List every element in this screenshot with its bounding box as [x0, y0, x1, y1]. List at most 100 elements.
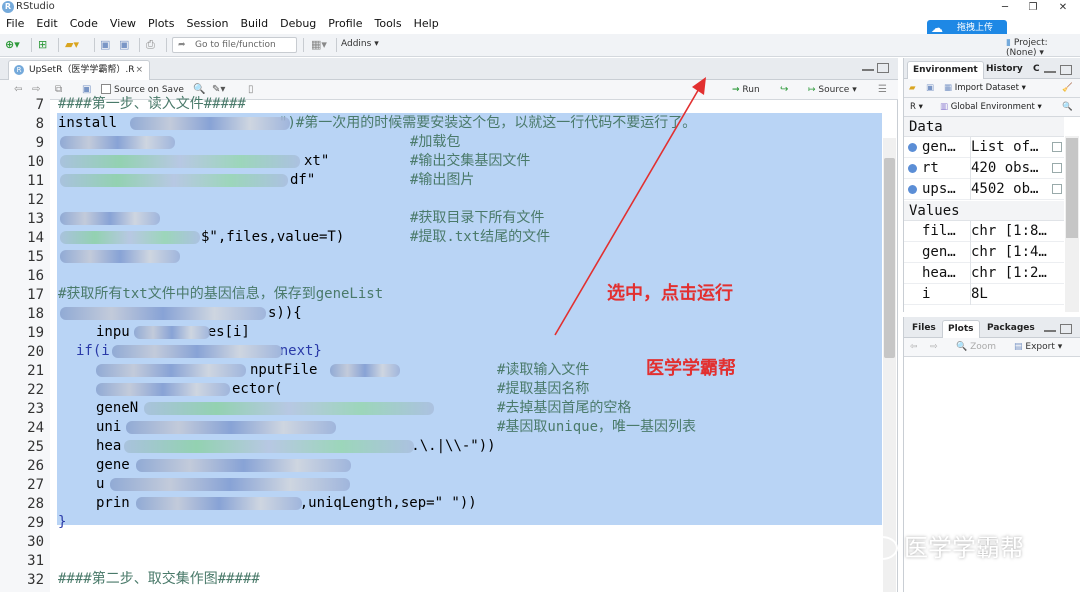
- menu-build[interactable]: Build: [234, 15, 274, 32]
- redacted-text: [130, 117, 290, 130]
- menu-tools[interactable]: Tools: [368, 15, 407, 32]
- minimize-pane-icon[interactable]: [1044, 326, 1056, 332]
- menu-session[interactable]: Session: [180, 15, 234, 32]
- code-line[interactable]: ector(: [232, 380, 283, 398]
- menu-view[interactable]: View: [104, 15, 142, 32]
- view-icon[interactable]: [1052, 142, 1062, 152]
- view-table-icon[interactable]: [1052, 163, 1062, 173]
- menu-code[interactable]: Code: [64, 15, 104, 32]
- minimize-icon[interactable]: ─: [990, 0, 1020, 15]
- run-button[interactable]: → Run: [732, 82, 760, 98]
- line-number: 29: [27, 515, 44, 531]
- addins-menu[interactable]: Addins ▾: [341, 39, 379, 49]
- code-line[interactable]: geneN: [96, 399, 138, 417]
- table-icon: ▦: [944, 83, 953, 93]
- toolbar-divider: [94, 38, 95, 52]
- code-line[interactable]: s)){: [268, 304, 302, 322]
- code-line[interactable]: uni: [96, 418, 121, 436]
- tab-environment[interactable]: Environment: [907, 61, 984, 79]
- redacted-text: [136, 459, 351, 472]
- print-icon[interactable]: ⎙: [146, 37, 155, 53]
- source-on-save-checkbox[interactable]: [101, 84, 111, 94]
- redacted-text: [112, 345, 282, 358]
- search-icon[interactable]: 🔍: [1062, 98, 1073, 117]
- zoom-button[interactable]: 🔍 Zoom: [956, 338, 996, 357]
- maximize-pane-icon[interactable]: [877, 63, 889, 73]
- env-value-row[interactable]: i 8L: [904, 284, 1064, 305]
- expand-icon[interactable]: [908, 143, 917, 152]
- back-arrow-icon[interactable]: ⇦: [910, 338, 918, 357]
- code-line[interactable]: df": [290, 171, 315, 189]
- source-button[interactable]: ↦ Source ▾: [808, 82, 857, 98]
- tab-connections[interactable]: C: [1028, 61, 1045, 79]
- code-line[interactable]: ####第二步、取交集作图#####: [58, 570, 260, 588]
- open-workspace-icon[interactable]: ▰: [909, 79, 916, 98]
- editor-scroll-thumb[interactable]: [884, 158, 895, 358]
- maximize-pane-icon[interactable]: [1060, 65, 1072, 75]
- import-dataset-button[interactable]: ▦ Import Dataset ▾: [944, 79, 1026, 98]
- menu-plots[interactable]: Plots: [142, 15, 180, 32]
- expand-icon[interactable]: [908, 185, 917, 194]
- line-number: 24: [27, 420, 44, 436]
- menu-help[interactable]: Help: [408, 15, 445, 32]
- code-line[interactable]: #获取所有txt文件中的基因信息，保存到geneList: [58, 285, 383, 303]
- editor-tab[interactable]: R UpSetR（医学学霸帮）.R ×: [8, 60, 150, 80]
- tab-history[interactable]: History: [981, 61, 1028, 79]
- tab-files[interactable]: Files: [907, 320, 941, 338]
- save-icon[interactable]: ▣: [100, 37, 110, 53]
- toolbar-divider: [31, 38, 32, 52]
- code-line[interactable]: $",files,value=T): [201, 228, 344, 246]
- menu-profile[interactable]: Profile: [322, 15, 368, 32]
- env-data-row[interactable]: gen… List of…: [904, 137, 1064, 158]
- new-file-icon[interactable]: ⊕▾: [5, 37, 20, 53]
- env-value-row[interactable]: gen… chr [1:4…: [904, 242, 1064, 263]
- forward-arrow-icon[interactable]: ⇨: [930, 338, 938, 357]
- code-line[interactable]: ####第一步、读入文件#####: [58, 95, 246, 113]
- maximize-pane-icon[interactable]: [1060, 324, 1072, 334]
- code-line[interactable]: u: [96, 475, 104, 493]
- code-line[interactable]: xt": [304, 152, 329, 170]
- minimize-pane-icon[interactable]: [1044, 67, 1056, 73]
- line-number: 19: [27, 325, 44, 341]
- rerun-icon[interactable]: ↪: [780, 82, 788, 98]
- toolbar-divider: [139, 38, 140, 52]
- code-line[interactable]: #获取目录下所有文件: [410, 209, 544, 227]
- tab-plots[interactable]: Plots: [942, 320, 980, 338]
- restore-icon[interactable]: ❐: [1018, 0, 1048, 15]
- compile-report-icon[interactable]: ▯: [248, 82, 254, 98]
- minimize-pane-icon[interactable]: [862, 65, 874, 71]
- save-workspace-icon[interactable]: ▣: [926, 79, 934, 98]
- code-line[interactable]: }: [58, 513, 66, 531]
- environment-scroll-thumb[interactable]: [1066, 138, 1078, 238]
- project-menu[interactable]: ▮ Project: (None) ▾: [1006, 38, 1080, 58]
- outline-icon[interactable]: ☰: [878, 82, 887, 98]
- language-select[interactable]: R ▾: [910, 98, 923, 117]
- code-comment: #输出图片: [410, 172, 475, 188]
- tab-packages[interactable]: Packages: [982, 320, 1040, 338]
- code-line[interactable]: #加载包: [410, 133, 460, 151]
- close-icon[interactable]: ✕: [1048, 0, 1078, 15]
- code-line[interactable]: gene: [96, 456, 130, 474]
- env-data-row[interactable]: rt 420 obs…: [904, 158, 1064, 179]
- broom-icon[interactable]: 🧹: [1062, 79, 1073, 98]
- menu-file[interactable]: File: [0, 15, 30, 32]
- close-tab-icon[interactable]: ×: [135, 61, 143, 80]
- menu-edit[interactable]: Edit: [30, 15, 63, 32]
- env-data-row[interactable]: ups… 4502 ob…: [904, 179, 1064, 200]
- code-comment: #读取输入文件: [497, 362, 590, 378]
- expand-icon[interactable]: [908, 164, 917, 173]
- save-all-icon[interactable]: ▣: [119, 37, 129, 53]
- view-table-icon[interactable]: [1052, 184, 1062, 194]
- menu-debug[interactable]: Debug: [274, 15, 322, 32]
- global-environment-select[interactable]: ▥ Global Environment ▾: [940, 98, 1042, 117]
- code-line[interactable]: nputFile: [250, 361, 317, 379]
- new-project-icon[interactable]: ⊞: [38, 37, 47, 53]
- env-value-row[interactable]: fil… chr [1:8…: [904, 221, 1064, 242]
- goto-file-input[interactable]: ➦ Go to file/function: [172, 37, 297, 53]
- env-value-row[interactable]: hea… chr [1:2…: [904, 263, 1064, 284]
- open-folder-icon[interactable]: ▰▾: [65, 37, 79, 53]
- line-number: 23: [27, 401, 44, 417]
- layout-grid-icon[interactable]: ▦▾: [311, 37, 327, 53]
- export-button[interactable]: ▤ Export ▾: [1014, 338, 1062, 357]
- source-arrow-icon: ↦: [808, 85, 816, 95]
